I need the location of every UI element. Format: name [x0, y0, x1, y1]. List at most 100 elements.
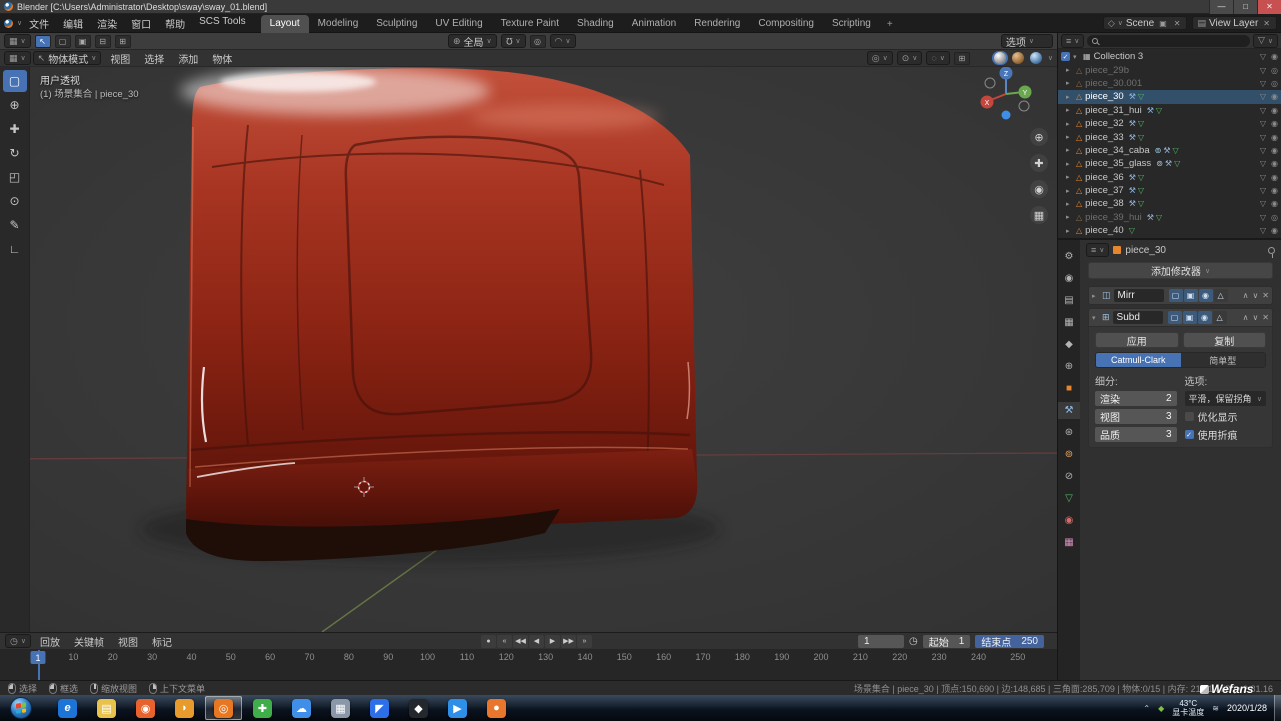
active-tool-icon[interactable]: ↖ — [35, 35, 51, 48]
expand-icon[interactable]: ▸ — [1066, 146, 1073, 154]
workspace-tab-modeling[interactable]: Modeling — [309, 15, 368, 33]
uv-smooth-dropdown[interactable]: 平滑，保留拐角 ∨ — [1185, 391, 1267, 406]
eye-icon[interactable]: ◉ — [1271, 226, 1278, 235]
select-mode-subtract-button[interactable]: ⊟ — [95, 35, 111, 48]
expand-icon[interactable]: ▸ — [1092, 292, 1099, 300]
eye-icon[interactable]: ◉ — [1271, 146, 1278, 155]
workspace-tab-uv-editing[interactable]: UV Editing — [426, 15, 491, 33]
menu--[interactable]: 文件 — [22, 14, 56, 33]
properties-tab-material[interactable]: ◉ — [1058, 512, 1080, 529]
workspace-tab-rendering[interactable]: Rendering — [685, 15, 749, 33]
negative-z-handle[interactable] — [1002, 111, 1011, 120]
tray-expand-icon[interactable]: ⌃ — [1143, 704, 1150, 713]
pan-hand-icon[interactable]: ✚ — [1030, 154, 1048, 172]
move-down-icon[interactable]: ∨ — [1252, 313, 1258, 322]
auto-keyframe-button[interactable]: ● — [481, 635, 496, 648]
outliner-item-piece-39-hui[interactable]: ▸△piece_39_hui⚒▽▽◎ — [1058, 211, 1281, 224]
taskbar-app-thunder[interactable]: ◤ — [361, 696, 398, 720]
filter-icon[interactable]: ▽ — [1260, 213, 1266, 222]
expand-icon[interactable]: ▸ — [1066, 187, 1073, 195]
properties-editor-selector[interactable]: ≡ ∨ — [1086, 243, 1109, 257]
clock-date[interactable]: 2020/1/28 — [1227, 703, 1267, 713]
select-mode-new-button[interactable]: ▢ — [55, 35, 71, 48]
properties-tab-output[interactable]: ▤ — [1058, 292, 1080, 309]
modifier-toggle-on-cage[interactable]: △ — [1214, 289, 1228, 302]
filter-icon[interactable]: ▽ — [1260, 106, 1266, 115]
menu--[interactable]: 窗口 — [124, 14, 158, 33]
viewport-menu--[interactable]: 添加 — [171, 50, 205, 68]
object-visibility-dropdown[interactable]: ◎ ∨ — [867, 51, 893, 65]
simple-button[interactable]: 简单型 — [1181, 353, 1266, 367]
shading-material-button[interactable] — [1010, 51, 1026, 65]
modifier-toggle-render[interactable]: ◉ — [1199, 289, 1213, 302]
tool-rotate[interactable]: ↻ — [3, 142, 27, 164]
navigation-gizmo[interactable]: Z X Y — [977, 64, 1035, 122]
pin-icon[interactable] — [1268, 247, 1275, 254]
modifier-toggle-render[interactable]: ◉ — [1198, 311, 1212, 324]
negative-axis-handle[interactable] — [985, 78, 995, 88]
tool-cursor[interactable]: ⊕ — [3, 94, 27, 116]
outliner-item-piece-30[interactable]: ▸△piece_30⚒▽▽◉ — [1058, 90, 1281, 103]
collection-checkbox[interactable]: ✓ — [1061, 52, 1070, 61]
outliner-item-piece-37[interactable]: ▸△piece_37⚒▽▽◉ — [1058, 184, 1281, 197]
modifier-toggle-edit-mode[interactable]: ▢ — [1168, 311, 1182, 324]
subdivision---field[interactable]: 渲染2 — [1095, 391, 1177, 406]
collapse-icon[interactable]: ▾ — [1092, 314, 1099, 322]
view-layer-selector[interactable]: ▤ View Layer ✕ — [1192, 16, 1277, 30]
modifier-toggle-realtime[interactable]: ▣ — [1183, 311, 1197, 324]
taskbar-app-orange-app[interactable]: ● — [478, 696, 515, 720]
frame-start-field[interactable]: 起始 1 — [923, 635, 971, 648]
taskbar-app-green-app[interactable]: ✚ — [244, 696, 281, 720]
taskbar-app-calculator[interactable]: ▦ — [322, 696, 359, 720]
outliner-item-piece-34-caba[interactable]: ▸△piece_34_caba⊚⚒▽▽◉ — [1058, 144, 1281, 157]
move-up-icon[interactable]: ∧ — [1243, 291, 1249, 300]
frame-end-field[interactable]: 结束点 250 — [975, 635, 1044, 648]
tool-move[interactable]: ✚ — [3, 118, 27, 140]
outliner-item-piece-29b[interactable]: ▸△piece_29b▽◎ — [1058, 63, 1281, 76]
eye-icon[interactable]: ◎ — [1271, 79, 1278, 88]
transform-orientation-selector[interactable]: ⊕ 全局 ∨ — [448, 34, 497, 48]
modifier-toggle-realtime[interactable]: ▣ — [1184, 289, 1198, 302]
filter-icon[interactable]: ▽ — [1260, 173, 1266, 182]
properties-tab-view-layer[interactable]: ▦ — [1058, 314, 1080, 331]
minimize-button[interactable]: — — [1209, 0, 1233, 14]
overlays-dropdown[interactable]: ◌ ∨ — [926, 51, 949, 65]
outliner-item-piece-32[interactable]: ▸△piece_32⚒▽▽◉ — [1058, 117, 1281, 130]
camera-view-icon[interactable]: ◉ — [1030, 180, 1048, 198]
modifier-toggle-edit-mode[interactable]: ▢ — [1169, 289, 1183, 302]
jump-to-end-button[interactable]: » — [577, 635, 592, 648]
mirror-modifier-header[interactable]: ▸ ◫ Mirr ▢▣◉△ ∧ ∨ ✕ — [1088, 286, 1273, 305]
row-restrict-icons[interactable]: ▽◉ — [1260, 199, 1278, 208]
tool-select-box[interactable]: ▢ — [3, 70, 27, 92]
show-desktop-button[interactable] — [1274, 695, 1281, 721]
outliner-editor-selector[interactable]: ≡ ∨ — [1061, 34, 1084, 48]
row-restrict-icons[interactable]: ▽◉ — [1260, 92, 1278, 101]
expand-icon[interactable]: ▸ — [1066, 160, 1073, 168]
expand-icon[interactable]: ▸ — [1066, 106, 1073, 114]
start-button[interactable] — [10, 697, 32, 719]
shading-wireframe-button[interactable] — [974, 51, 990, 65]
close-button[interactable]: ✕ — [1257, 0, 1281, 14]
expand-icon[interactable]: ▸ — [1066, 120, 1073, 128]
row-restrict-icons[interactable]: ▽◎ — [1260, 66, 1278, 75]
row-restrict-icons[interactable]: ▽◉ — [1260, 146, 1278, 155]
viewport-canvas[interactable] — [0, 67, 1057, 632]
eye-icon[interactable]: ◉ — [1271, 52, 1278, 61]
filter-icon[interactable]: ▽ — [1260, 52, 1266, 61]
scene-selector[interactable]: ◇ ∨ Scene ▣ ✕ — [1103, 16, 1188, 30]
modifier-name-field[interactable]: Mirr — [1114, 289, 1164, 302]
menu--[interactable]: 帮助 — [158, 14, 192, 33]
expand-icon[interactable]: ▸ — [1066, 133, 1073, 141]
eye-icon[interactable]: ◉ — [1271, 92, 1278, 101]
mode-selector[interactable]: ↖ 物体模式 ∨ — [33, 51, 102, 65]
row-restrict-icons[interactable]: ▽◉ — [1260, 159, 1278, 168]
proportional-falloff-selector[interactable]: ◠ ∨ — [550, 34, 576, 48]
zoom-icon[interactable]: ⊕ — [1030, 128, 1048, 146]
properties-tab-physics[interactable]: ⊚ — [1058, 446, 1080, 463]
shading-solid-button[interactable] — [992, 51, 1008, 65]
filter-icon[interactable]: ▽ — [1260, 199, 1266, 208]
row-restrict-icons[interactable]: ▽◉ — [1260, 226, 1278, 235]
editor-type-selector[interactable]: ▦ ∨ — [4, 34, 31, 48]
snapping-selector[interactable]: Ω ∨ — [501, 34, 526, 48]
properties-tab-world[interactable]: ⊕ — [1058, 358, 1080, 375]
